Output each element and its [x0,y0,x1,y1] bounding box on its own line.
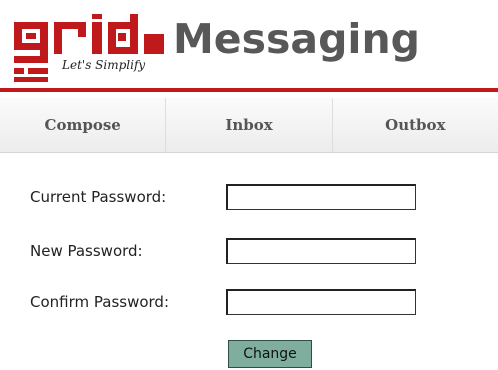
change-button[interactable]: Change [228,340,312,368]
app-title: Messaging [173,15,421,63]
current-password-row: Current Password: [0,184,498,214]
new-password-label: New Password: [30,242,143,260]
confirm-password-input[interactable] [226,289,416,315]
header-divider [0,88,498,92]
change-password-page: Let's Simplify Messaging Compose Inbox O… [0,0,498,370]
confirm-password-row: Confirm Password: [0,289,498,319]
tab-outbox[interactable]: Outbox [333,98,498,152]
tab-compose[interactable]: Compose [0,98,167,152]
new-password-input[interactable] [226,238,416,264]
tab-inbox[interactable]: Inbox [166,98,333,152]
new-password-row: New Password: [0,238,498,268]
main-nav: Compose Inbox Outbox [0,98,498,153]
current-password-input[interactable] [226,184,416,210]
current-password-label: Current Password: [30,188,167,206]
grid-logo [14,14,164,82]
logo-tagline: Let's Simplify [62,58,146,72]
header: Let's Simplify Messaging [0,0,498,92]
confirm-password-label: Confirm Password: [30,293,170,311]
